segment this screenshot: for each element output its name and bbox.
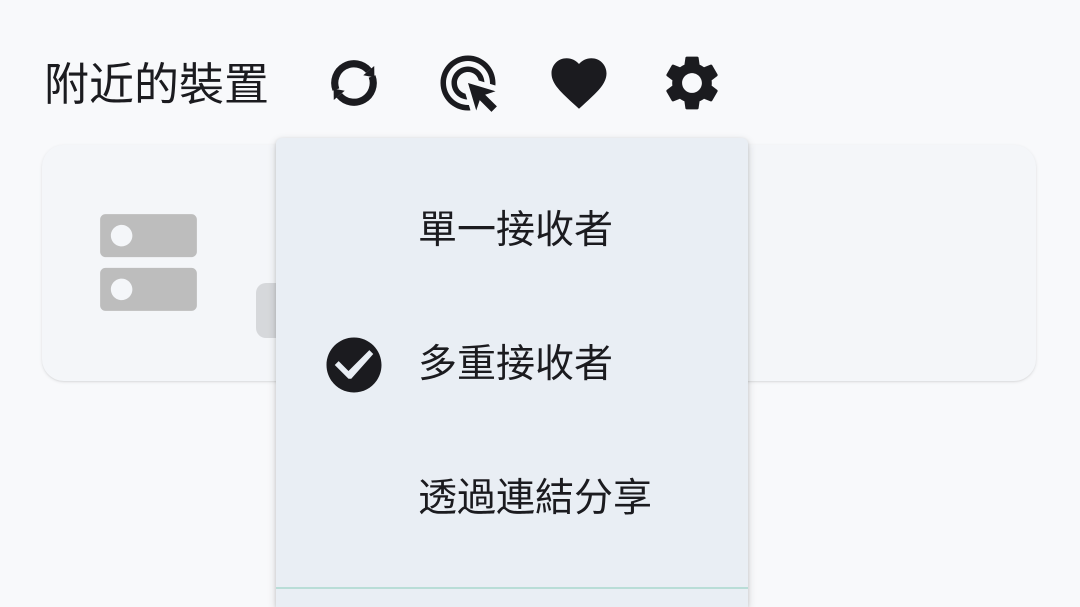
check-circle-icon (321, 332, 387, 398)
menu-divider (276, 566, 748, 607)
refresh-icon (331, 60, 377, 106)
app-bar: 附近的裝置 (0, 0, 1080, 130)
favorite-heart-icon (551, 58, 607, 109)
menu-item-label: 多重接收者 (418, 342, 614, 387)
send-mode-menu: 單一接收者 多重接收者 透過連結分享 (276, 138, 748, 607)
menu-item-single-recipient[interactable]: 單一接收者 (276, 164, 748, 298)
ads-click-icon (440, 55, 497, 112)
settings-button[interactable] (659, 50, 725, 116)
page-title: 附近的裝置 (44, 58, 270, 111)
menu-item-multiple-recipients[interactable]: 多重接收者 (276, 298, 748, 432)
settings-gear-icon (666, 56, 718, 110)
menu-item-share-via-link[interactable]: 透過連結分享 (276, 432, 748, 566)
dns-server-icon (100, 214, 197, 311)
refresh-button[interactable] (321, 50, 387, 116)
device-icon-wrapper (84, 198, 213, 327)
menu-divider-line (276, 587, 748, 589)
favorites-button[interactable] (546, 50, 612, 116)
menu-item-label: 透過連結分享 (418, 476, 653, 521)
menu-item-label: 單一接收者 (418, 208, 614, 253)
select-device-button[interactable] (435, 50, 501, 116)
